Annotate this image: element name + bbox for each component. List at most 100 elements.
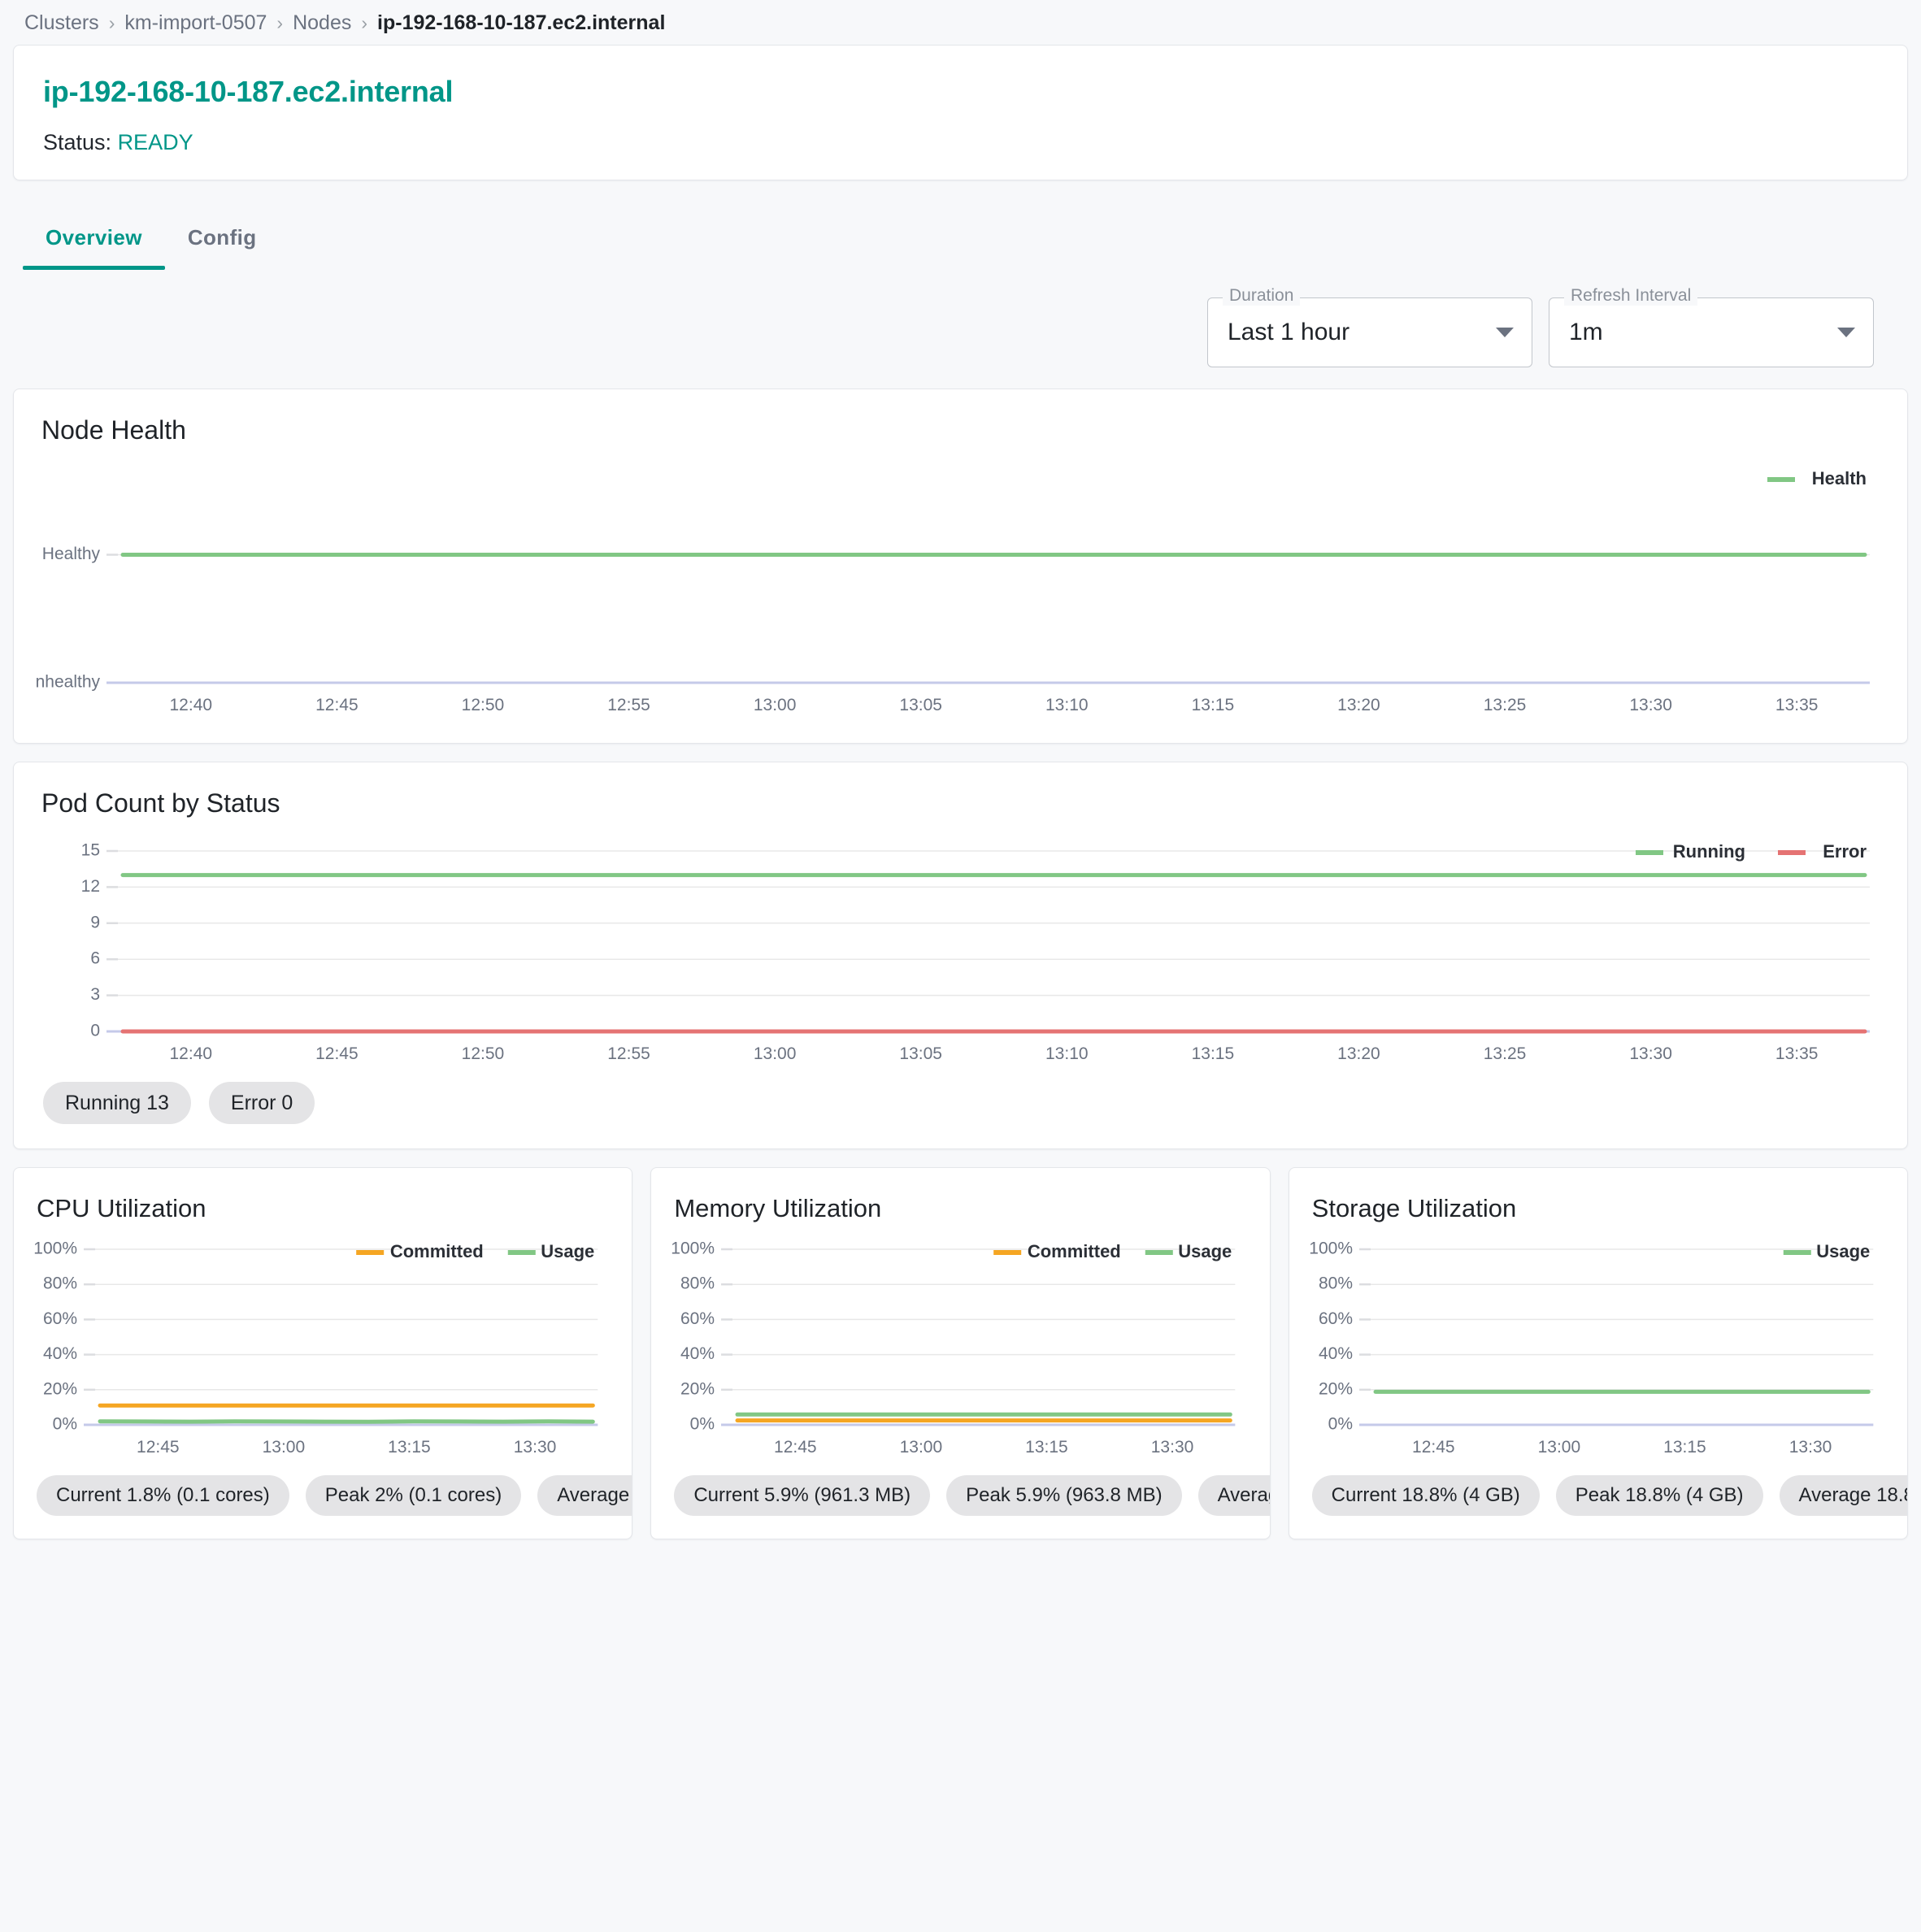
node-detail-page: Clusters › km-import-0507 › Nodes › ip-1… (0, 0, 1921, 1557)
svg-text:13:30: 13:30 (1788, 1438, 1832, 1457)
stat-chip[interactable]: Running 13 (43, 1082, 191, 1124)
stat-chip[interactable]: Average 1.9% (0.1 cores) (537, 1475, 632, 1516)
memory-utilization-chips: Current 5.9% (961.3 MB) Peak 5.9% (963.8 … (674, 1475, 1270, 1516)
svg-text:40%: 40% (43, 1344, 77, 1363)
svg-text:Health: Health (1812, 468, 1867, 488)
stat-chip[interactable]: Peak 5.9% (963.8 MB) (946, 1475, 1182, 1516)
svg-text:20%: 20% (680, 1379, 715, 1398)
svg-text:100%: 100% (671, 1240, 715, 1258)
svg-text:12:40: 12:40 (170, 1044, 213, 1063)
svg-text:13:30: 13:30 (514, 1438, 557, 1457)
svg-text:0%: 0% (690, 1415, 715, 1434)
storage-utilization-title: Storage Utilization (1311, 1194, 1517, 1222)
memory-utilization-title: Memory Utilization (674, 1194, 882, 1222)
node-health-chart[interactable]: Healthy Unhealthy 12:40 12:45 12:50 12:55 13:0… (37, 454, 1884, 722)
breadcrumb-item-nodes[interactable]: Nodes (293, 11, 351, 35)
refresh-interval-select[interactable]: Refresh Interval 1m (1549, 286, 1874, 367)
svg-text:12:45: 12:45 (315, 1044, 359, 1063)
svg-text:13:30: 13:30 (1151, 1438, 1194, 1457)
node-header-card: ip-192-168-10-187.ec2.internal Status: R… (13, 45, 1908, 180)
chevron-down-icon[interactable] (1837, 328, 1855, 337)
cpu-utilization-title: CPU Utilization (37, 1194, 206, 1222)
svg-text:20%: 20% (1319, 1379, 1353, 1398)
svg-text:100%: 100% (1309, 1240, 1353, 1258)
tab-list: Overview Config (13, 195, 1908, 270)
refresh-interval-value: 1m (1569, 319, 1603, 345)
svg-text:13:10: 13:10 (1045, 1044, 1089, 1063)
svg-text:60%: 60% (43, 1309, 77, 1328)
stat-chip[interactable]: Current 5.9% (961.3 MB) (674, 1475, 931, 1516)
cpu-utilization-chart[interactable]: 100% 80% 60% 40% 20% 0% 12:45 13:00 13:15 13:30 Us… (32, 1228, 612, 1464)
svg-text:12:55: 12:55 (607, 1044, 650, 1063)
svg-text:12:45: 12:45 (137, 1438, 180, 1457)
stat-chip[interactable]: Current 18.8% (4 GB) (1311, 1475, 1540, 1516)
svg-text:9: 9 (90, 913, 100, 931)
svg-text:13:20: 13:20 (1337, 1044, 1380, 1063)
breadcrumb-item-clusters[interactable]: Clusters (24, 11, 99, 35)
refresh-interval-label: Refresh Interval (1564, 286, 1698, 306)
svg-text:13:15: 13:15 (1192, 696, 1235, 714)
cpu-utilization-panel: CPU Utilization 100% 80% 60% 40% 20% 0% 12:45 1… (13, 1167, 633, 1539)
svg-text:13:00: 13:00 (263, 1438, 306, 1457)
node-health-title: Node Health (41, 415, 186, 445)
svg-text:13:15: 13:15 (1026, 1438, 1069, 1457)
svg-text:40%: 40% (1319, 1344, 1353, 1363)
breadcrumb: Clusters › km-import-0507 › Nodes › ip-1… (0, 0, 1921, 45)
duration-select[interactable]: Duration Last 1 hour (1207, 286, 1532, 367)
status-label: Status: (43, 130, 112, 154)
svg-text:12:40: 12:40 (170, 696, 213, 714)
svg-text:60%: 60% (680, 1309, 715, 1328)
svg-text:0%: 0% (1328, 1415, 1352, 1434)
svg-text:13:35: 13:35 (1775, 696, 1819, 714)
stat-chip[interactable]: Error 0 (208, 1082, 315, 1124)
svg-text:12:45: 12:45 (774, 1438, 817, 1457)
stat-chip[interactable]: Current 1.8% (0.1 cores) (37, 1475, 289, 1516)
breadcrumb-item-cluster[interactable]: km-import-0507 (124, 11, 267, 35)
svg-text:13:25: 13:25 (1484, 1044, 1527, 1063)
tab-config[interactable]: Config (165, 225, 280, 270)
svg-text:Usage: Usage (541, 1241, 594, 1261)
chevron-down-icon[interactable] (1496, 328, 1514, 337)
pod-count-title: Pod Count by Status (41, 788, 280, 818)
status-line: Status: READY (43, 130, 1889, 155)
svg-text:13:15: 13:15 (1192, 1044, 1235, 1063)
svg-text:Error: Error (1823, 841, 1867, 862)
pod-count-panel: Pod Count by Status 15 12 9 6 3 0 12:40 12:45 12… (13, 762, 1908, 1149)
svg-text:0%: 0% (53, 1415, 77, 1434)
duration-label: Duration (1223, 286, 1301, 306)
svg-text:80%: 80% (680, 1274, 715, 1293)
svg-text:13:00: 13:00 (1537, 1438, 1580, 1457)
page-title: ip-192-168-10-187.ec2.internal (43, 75, 454, 108)
svg-text:13:20: 13:20 (1337, 696, 1380, 714)
svg-text:15: 15 (81, 841, 100, 860)
chart-controls: Duration Last 1 hour Refresh Interval 1m (13, 270, 1908, 389)
utilization-row: CPU Utilization 100% 80% 60% 40% 20% 0% 12:45 1… (13, 1167, 1908, 1539)
stat-chip[interactable]: Average 18.8% (4 GB) (1779, 1475, 1907, 1516)
node-health-panel: Node Health Healthy Unhealthy 12:40 12:45 12… (13, 389, 1908, 744)
svg-text:60%: 60% (1319, 1309, 1353, 1328)
svg-text:12:45: 12:45 (1412, 1438, 1455, 1457)
stat-chip[interactable]: Peak 2% (0.1 cores) (305, 1475, 522, 1516)
svg-text:Committed: Committed (390, 1241, 484, 1261)
storage-utilization-chips: Current 18.8% (4 GB) Peak 18.8% (4 GB) Ave… (1311, 1475, 1907, 1516)
stat-chip[interactable]: Peak 18.8% (4 GB) (1555, 1475, 1763, 1516)
svg-text:6: 6 (90, 949, 100, 968)
storage-utilization-chart[interactable]: 100% 80% 60% 40% 20% 0% 12:45 13:00 13:15 13:30 Us… (1307, 1228, 1888, 1464)
svg-text:13:30: 13:30 (1629, 1044, 1672, 1063)
svg-text:12:45: 12:45 (315, 696, 359, 714)
svg-text:Unhealthy: Unhealthy (37, 673, 100, 692)
svg-text:3: 3 (90, 985, 100, 1004)
svg-text:40%: 40% (680, 1344, 715, 1363)
svg-text:12:50: 12:50 (462, 696, 505, 714)
tabs-container: Overview Config (13, 195, 1908, 270)
breadcrumb-separator-icon: › (276, 12, 284, 33)
svg-text:Usage: Usage (1816, 1241, 1870, 1261)
svg-text:Running: Running (1673, 841, 1745, 862)
memory-utilization-chart[interactable]: 100% 80% 60% 40% 20% 0% 12:45 13:00 13:15 13:30 Us… (669, 1228, 1250, 1464)
tab-overview[interactable]: Overview (23, 225, 165, 270)
svg-text:Usage: Usage (1179, 1241, 1232, 1261)
stat-chip[interactable]: Average 5.9% (962.1 MB) (1197, 1475, 1270, 1516)
storage-utilization-panel: Storage Utilization 100% 80% 60% 40% 20% 0% 12… (1288, 1167, 1908, 1539)
svg-text:13:00: 13:00 (754, 1044, 797, 1063)
pod-count-chart[interactable]: 15 12 9 6 3 0 12:40 12:45 12:50 12:55 13:00 13:05 13… (37, 827, 1884, 1070)
